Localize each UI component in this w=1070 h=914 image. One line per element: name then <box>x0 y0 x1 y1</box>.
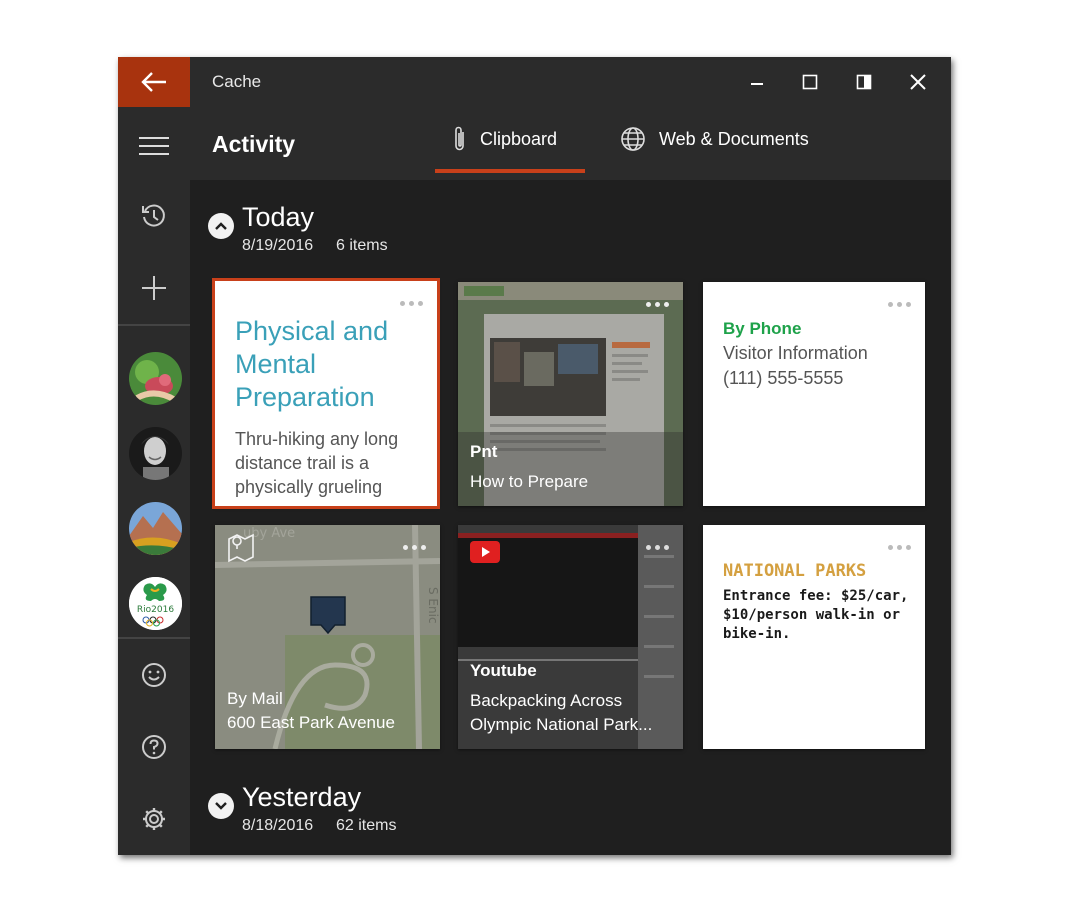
settings-icon <box>143 808 165 830</box>
group-count: 62 items <box>336 817 397 834</box>
smiley-icon <box>142 663 166 687</box>
clip-card-contact[interactable]: By Phone Visitor Information (111) 555-5… <box>703 282 925 506</box>
card-phone: (111) 555-5555 <box>723 368 844 388</box>
card-caption: Olympic National Park... <box>470 715 653 734</box>
rail-divider <box>118 637 190 639</box>
svg-text:Rio2016: Rio2016 <box>137 605 174 615</box>
card-source: Youtube <box>470 661 537 680</box>
maximize-icon <box>802 74 818 90</box>
more-options-button[interactable] <box>646 545 669 550</box>
card-heading: By Phone <box>723 319 802 338</box>
card-heading: NATIONAL PARKS <box>723 561 867 581</box>
svg-text:uby Ave: uby Ave <box>243 526 295 541</box>
collapse-button[interactable] <box>208 213 234 239</box>
tab-web-documents[interactable]: Web & Documents <box>620 107 809 171</box>
command-bar: Activity Clipboard Web & Documents <box>190 107 951 180</box>
expand-button[interactable] <box>208 793 234 819</box>
tab-clipboard-label: Clipboard <box>480 128 558 149</box>
app-window: Rio2016 Cache Activity Clipboard Web & D… <box>118 57 951 855</box>
more-options-button[interactable] <box>403 545 426 550</box>
card-line: Visitor Information <box>723 343 868 363</box>
history-button[interactable] <box>118 188 190 244</box>
more-options-button[interactable] <box>888 302 911 307</box>
help-button[interactable] <box>118 719 190 775</box>
feedback-button[interactable] <box>118 647 190 703</box>
back-arrow-icon <box>141 72 166 92</box>
youtube-icon <box>470 541 500 563</box>
settings-button[interactable] <box>118 791 190 847</box>
card-caption: Backpacking Across <box>470 691 623 710</box>
clip-card-video[interactable]: Youtube Backpacking Across Olympic Natio… <box>458 525 683 749</box>
avatar-person[interactable] <box>129 427 182 480</box>
app-title: Cache <box>212 72 262 91</box>
title-bar: Cache <box>190 57 951 107</box>
help-icon <box>142 735 166 759</box>
tab-web-documents-label: Web & Documents <box>659 128 809 149</box>
card-line: By Mail <box>227 689 283 708</box>
close-icon <box>910 74 926 90</box>
add-icon <box>142 276 166 300</box>
group-date: 8/18/2016 <box>242 817 314 834</box>
more-options-button[interactable] <box>400 301 423 306</box>
card-address: 600 East Park Avenue <box>227 713 395 732</box>
chevron-up-icon <box>215 222 227 230</box>
page-title: Activity <box>212 131 296 157</box>
group-title: Today <box>242 202 315 232</box>
card-body: Entrance fee: $25/car, $10/person walk-i… <box>723 588 909 642</box>
close-button[interactable] <box>905 69 931 95</box>
tab-clipboard[interactable]: Clipboard <box>452 107 557 171</box>
more-options-button[interactable] <box>888 545 911 550</box>
svg-text:S Enic: S Enic <box>426 587 440 624</box>
card-title: Physical and Mental Preparation <box>235 316 389 412</box>
card-source: Pnt <box>470 442 498 461</box>
compact-overlay-button[interactable] <box>851 69 877 95</box>
chevron-down-icon <box>215 802 227 810</box>
group-date: 8/19/2016 <box>242 237 314 254</box>
rail-divider <box>118 324 190 326</box>
group-count: 6 items <box>336 237 388 254</box>
card-caption: How to Prepare <box>470 472 589 491</box>
avatar-flowers[interactable] <box>129 352 182 405</box>
avatar-rio2016[interactable]: Rio2016 <box>129 577 182 630</box>
clip-card-map[interactable]: uby Ave S Enic By Mail 600 East Park Ave… <box>215 525 440 749</box>
clip-card-text[interactable]: Physical and Mental Preparation Thru-hik… <box>212 278 440 509</box>
back-button[interactable] <box>118 57 190 107</box>
maximize-button[interactable] <box>797 69 823 95</box>
avatar-mountains[interactable] <box>129 502 182 555</box>
navigation-rail: Rio2016 <box>118 57 190 855</box>
clip-card-note[interactable]: NATIONAL PARKS Entrance fee: $25/car, $1… <box>703 525 925 749</box>
compact-overlay-icon <box>856 74 872 90</box>
more-options-button[interactable] <box>646 302 669 307</box>
history-icon <box>142 204 165 227</box>
minimize-button[interactable] <box>744 69 770 95</box>
clip-card-web[interactable]: Pnt How to Prepare <box>458 282 683 506</box>
hamburger-menu-button[interactable] <box>118 118 190 174</box>
minimize-icon <box>751 83 763 85</box>
active-tab-indicator <box>435 169 585 173</box>
add-button[interactable] <box>118 260 190 316</box>
paperclip-icon <box>455 126 464 151</box>
card-body: Thru-hiking any long distance trail is a… <box>235 429 399 497</box>
globe-icon <box>621 127 645 151</box>
group-title: Yesterday <box>242 782 362 812</box>
hamburger-menu-icon <box>139 137 169 155</box>
